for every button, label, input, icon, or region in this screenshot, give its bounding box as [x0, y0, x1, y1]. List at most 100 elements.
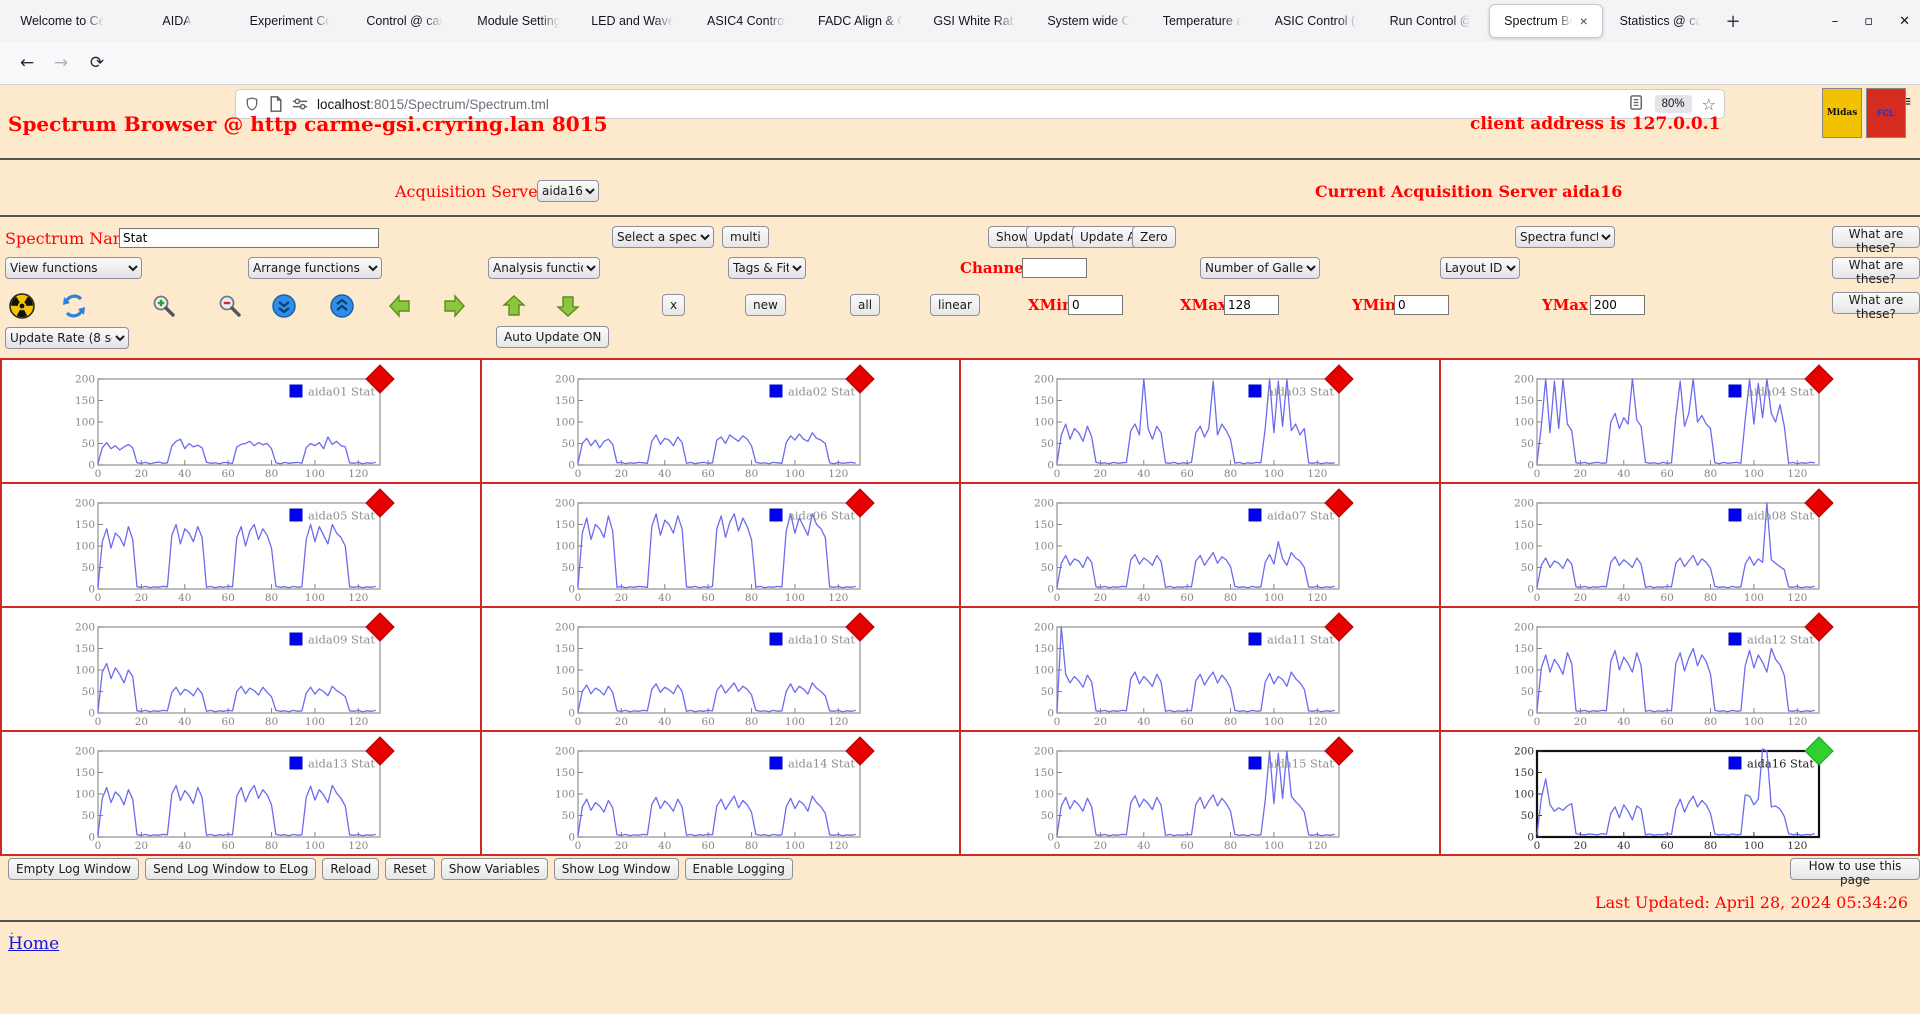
reset-button[interactable]: Reset: [385, 858, 435, 880]
browser-tab-15[interactable]: Statistics @ ca: [1605, 5, 1717, 37]
tags-fits-dropdown[interactable]: Tags & Fits: [728, 257, 806, 279]
gallery-cell-aida02[interactable]: 0 50 100 150 200 0 20 40 60 80 100 120 aida02 Stat: [481, 360, 961, 484]
permissions-tune-icon[interactable]: [292, 97, 308, 111]
forward-button[interactable]: →: [48, 50, 74, 76]
zoom-level-indicator[interactable]: 80%: [1654, 95, 1692, 113]
browser-tab-7[interactable]: ASIC4 Control: [691, 5, 803, 37]
browser-tab-11[interactable]: Temperature a: [1147, 5, 1259, 37]
page-info-icon[interactable]: [269, 96, 283, 112]
spectrum-name-input[interactable]: [119, 228, 379, 248]
ymax-input[interactable]: [1590, 295, 1645, 315]
svg-text:50: 50: [1041, 438, 1054, 450]
gallery-cell-aida04[interactable]: 0 50 100 150 200 0 20 40 60 80 100 120 aida04 Stat: [1440, 360, 1920, 484]
svg-text:aida08 Stat: aida08 Stat: [1747, 509, 1814, 523]
gallery-cell-aida14[interactable]: 0 50 100 150 200 0 20 40 60 80 100 120 aida14 Stat: [481, 732, 961, 856]
browser-tab-6[interactable]: LED and Wave: [577, 5, 689, 37]
url-text[interactable]: localhost:8015/Spectrum/Spectrum.tml: [317, 97, 549, 112]
gallery-cell-aida01[interactable]: 0 50 100 150 200 0 20 40 60 80 100 120 aida01 Stat: [2, 360, 482, 484]
svg-text:40: 40: [658, 468, 671, 480]
browser-tab-8[interactable]: FADC Align & C: [805, 5, 917, 37]
empty-log-window-button[interactable]: Empty Log Window: [8, 858, 140, 880]
zoom-in-icon[interactable]: [150, 292, 178, 320]
new-tab-button[interactable]: +: [1718, 6, 1748, 36]
gallery-cell-aida06[interactable]: 0 50 100 150 200 0 20 40 60 80 100 120 aida06 Stat: [481, 484, 961, 608]
show-log-window-button[interactable]: Show Log Window: [553, 858, 679, 880]
svg-text:aida15 Stat: aida15 Stat: [1267, 757, 1334, 771]
browser-tab-4[interactable]: Control @ car: [349, 5, 461, 37]
x-button[interactable]: x: [662, 294, 686, 316]
zoom-out-icon[interactable]: [216, 292, 244, 320]
browser-tab-13[interactable]: Run Control @: [1375, 5, 1487, 37]
zero-button[interactable]: Zero: [1132, 226, 1176, 248]
refresh-icon[interactable]: [60, 292, 88, 320]
gallery-cell-aida12[interactable]: 0 50 100 150 200 0 20 40 60 80 100 120 aida12 Stat: [1440, 608, 1920, 732]
multi-button[interactable]: multi: [722, 226, 769, 248]
maximize-button[interactable]: ▫: [1864, 14, 1873, 29]
gallery-cell-aida11[interactable]: 0 50 100 150 200 0 20 40 60 80 100 120 aida11 Stat: [961, 608, 1441, 732]
arrange-functions-dropdown[interactable]: Arrange functions: [248, 257, 382, 279]
gallery-cell-aida15[interactable]: 0 50 100 150 200 0 20 40 60 80 100 120 aida15 Stat: [961, 732, 1441, 856]
browser-tab-3[interactable]: Experiment Co: [235, 5, 347, 37]
gallery-cell-aida13[interactable]: 0 50 100 150 200 0 20 40 60 80 100 120 aida13 Stat: [2, 732, 482, 856]
tab-close-icon[interactable]: ×: [1580, 14, 1588, 28]
back-button[interactable]: ←: [14, 50, 40, 76]
how-to-use-button[interactable]: How to use this page: [1790, 858, 1920, 887]
gallery-cell-aida05[interactable]: 0 50 100 150 200 0 20 40 60 80 100 120 aida05 Stat: [2, 484, 482, 608]
send-log-window-to-elog-button[interactable]: Send Log Window to ELog: [145, 858, 317, 880]
svg-text:120: 120: [1787, 468, 1807, 480]
what-are-these-button-2[interactable]: What are these?: [1832, 257, 1920, 286]
enable-logging-button[interactable]: Enable Logging: [684, 858, 793, 880]
arrow-up-icon[interactable]: [500, 292, 528, 320]
arrow-down-icon[interactable]: [554, 292, 582, 320]
acquisition-server-select[interactable]: aida16: [537, 180, 599, 202]
reader-view-icon[interactable]: [1629, 94, 1645, 114]
linear-button[interactable]: linear: [930, 294, 980, 316]
collapse-up-icon[interactable]: [328, 292, 356, 320]
spectra-functions-dropdown[interactable]: Spectra functions: [1515, 226, 1615, 248]
number-of-galleries-dropdown[interactable]: Number of Galleries: [1200, 257, 1320, 279]
select-a-spectrum-dropdown[interactable]: Select a spectrum: [612, 226, 714, 248]
all-button[interactable]: all: [850, 294, 881, 316]
new-button[interactable]: new: [745, 294, 786, 316]
browser-tab-9[interactable]: GSI White Rab: [919, 5, 1031, 37]
browser-tab-10[interactable]: System wide C: [1033, 5, 1145, 37]
browser-tab-12[interactable]: ASIC Control ((: [1261, 5, 1373, 37]
show-variables-button[interactable]: Show Variables: [440, 858, 548, 880]
gallery-cell-aida08[interactable]: 0 50 100 150 200 0 20 40 60 80 100 120 aida08 Stat: [1440, 484, 1920, 608]
reload-button[interactable]: Reload: [322, 858, 380, 880]
layout-id-dropdown[interactable]: Layout ID=2: [1440, 257, 1520, 279]
home-link[interactable]: Home: [8, 934, 59, 954]
minimize-button[interactable]: –: [1832, 14, 1839, 29]
gallery-cell-aida03[interactable]: 0 50 100 150 200 0 20 40 60 80 100 120 aida03 Stat: [961, 360, 1441, 484]
svg-text:150: 150: [1034, 519, 1054, 531]
svg-text:150: 150: [554, 519, 574, 531]
gallery-cell-aida09[interactable]: 0 50 100 150 200 0 20 40 60 80 100 120 aida09 Stat: [2, 608, 482, 732]
gallery-cell-aida07[interactable]: 0 50 100 150 200 0 20 40 60 80 100 120 aida07 Stat: [961, 484, 1441, 608]
view-functions-dropdown[interactable]: View functions: [5, 257, 142, 279]
xmax-input[interactable]: [1224, 295, 1279, 315]
close-button[interactable]: ✕: [1899, 14, 1910, 29]
arrow-left-icon[interactable]: [386, 292, 414, 320]
shield-icon[interactable]: [244, 96, 260, 112]
browser-tab-14[interactable]: Spectrum Br ×: [1489, 4, 1603, 38]
svg-text:aida10 Stat: aida10 Stat: [788, 633, 855, 647]
what-are-these-button-3[interactable]: What are these?: [1832, 292, 1920, 321]
xmin-input[interactable]: [1068, 295, 1123, 315]
bookmark-star-icon[interactable]: ☆: [1702, 95, 1716, 114]
reload-button[interactable]: ⟳: [84, 50, 110, 76]
channel-input[interactable]: [1022, 258, 1087, 278]
ymin-input[interactable]: [1394, 295, 1449, 315]
what-are-these-button-1[interactable]: What are these?: [1832, 226, 1920, 255]
gallery-cell-aida16[interactable]: 0 50 100 150 200 0 20 40 60 80 100 120 aida16 Stat: [1440, 732, 1920, 856]
analysis-functions-dropdown[interactable]: Analysis functions: [488, 257, 600, 279]
radiation-icon[interactable]: [8, 292, 36, 320]
collapse-down-icon[interactable]: [270, 292, 298, 320]
gallery-cell-aida10[interactable]: 0 50 100 150 200 0 20 40 60 80 100 120 aida10 Stat: [481, 608, 961, 732]
acquisition-servers-label: Acquisition Servers: [395, 182, 554, 201]
arrow-right-icon[interactable]: [440, 292, 468, 320]
browser-tab-2[interactable]: AIDA: [121, 5, 233, 37]
update-rate-dropdown[interactable]: Update Rate (8 secs): [5, 327, 129, 349]
browser-tab-5[interactable]: Module Setting: [463, 5, 575, 37]
auto-update-button[interactable]: Auto Update ON: [496, 326, 610, 348]
browser-tab-1[interactable]: Welcome to Ce: [7, 5, 119, 37]
